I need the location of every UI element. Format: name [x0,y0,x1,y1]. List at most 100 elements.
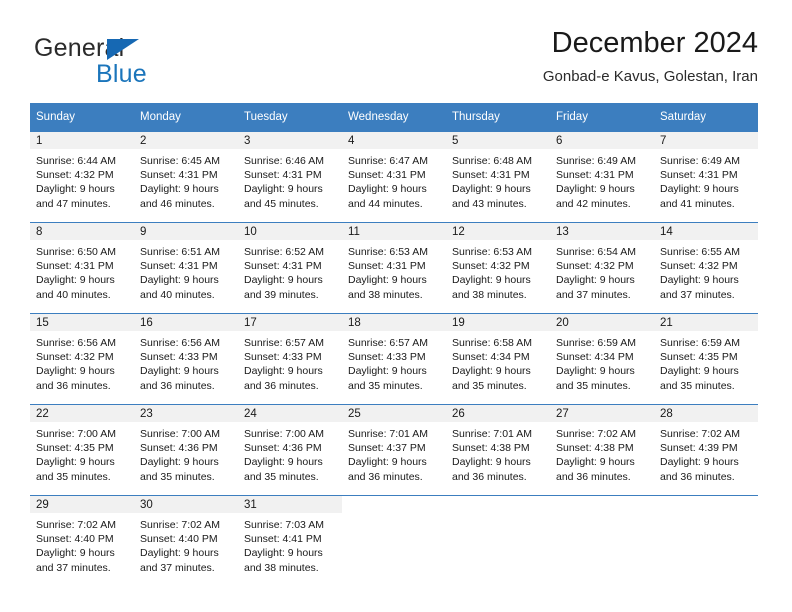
calendar-day-cell[interactable]: 27 Sunrise: 7:02 AM Sunset: 4:38 PM Dayligh… [550,404,654,496]
day-details: Sunrise: 6:55 AM Sunset: 4:32 PM Daylight:… [654,240,758,302]
calendar-day-cell[interactable]: 11 Sunrise: 6:53 AM Sunset: 4:31 PM Dayligh… [342,222,446,314]
daylight-text-line1: Daylight: 9 hours [140,365,219,378]
day-details: Sunrise: 6:46 AM Sunset: 4:31 PM Daylight:… [238,149,342,211]
daylight-text-line2: and 37 minutes. [556,288,631,301]
daylight-text-line1: Daylight: 9 hours [140,456,219,469]
day-number: 16 [134,314,238,331]
daylight-text-line2: and 37 minutes. [660,288,735,301]
daylight-text-line1: Daylight: 9 hours [140,183,219,196]
daylight-text-line1: Daylight: 9 hours [556,456,635,469]
day-number: 14 [654,223,758,240]
daylight-text-line1: Daylight: 9 hours [556,365,635,378]
calendar-day-cell[interactable]: 4 Sunrise: 6:47 AM Sunset: 4:31 PM Daylight… [342,131,446,223]
sunset-text: Sunset: 4:34 PM [556,351,634,364]
calendar-day-cell[interactable]: 18 Sunrise: 6:57 AM Sunset: 4:33 PM Dayligh… [342,313,446,405]
daylight-text-line2: and 36 minutes. [660,470,735,483]
sunrise-text: Sunrise: 6:54 AM [556,246,636,258]
day-details: Sunrise: 6:54 AM Sunset: 4:32 PM Daylight:… [550,240,654,302]
calendar-day-cell[interactable]: 13 Sunrise: 6:54 AM Sunset: 4:32 PM Dayligh… [550,222,654,314]
day-number: 2 [134,132,238,149]
logo-text-blue: Blue [96,60,147,88]
sunset-text: Sunset: 4:37 PM [348,442,426,455]
day-number: 17 [238,314,342,331]
sunrise-text: Sunrise: 7:00 AM [140,428,220,440]
daylight-text-line1: Daylight: 9 hours [36,274,115,287]
sunrise-text: Sunrise: 7:00 AM [244,428,324,440]
calendar-day-cell[interactable]: 8 Sunrise: 6:50 AM Sunset: 4:31 PM Daylight… [30,222,134,314]
calendar-day-cell[interactable]: 25 Sunrise: 7:01 AM Sunset: 4:37 PM Dayligh… [342,404,446,496]
daylight-text-line2: and 37 minutes. [36,561,111,574]
sunset-text: Sunset: 4:32 PM [660,260,738,273]
calendar-day-cell[interactable]: 2 Sunrise: 6:45 AM Sunset: 4:31 PM Daylight… [134,131,238,223]
daylight-text-line1: Daylight: 9 hours [36,365,115,378]
calendar-day-cell[interactable]: 22 Sunrise: 7:00 AM Sunset: 4:35 PM Dayligh… [30,404,134,496]
sunrise-text: Sunrise: 6:56 AM [140,337,220,349]
day-number: 24 [238,405,342,422]
calendar-day-cell[interactable]: 20 Sunrise: 6:59 AM Sunset: 4:34 PM Dayligh… [550,313,654,405]
day-details: Sunrise: 6:48 AM Sunset: 4:31 PM Daylight:… [446,149,550,211]
sunrise-text: Sunrise: 6:44 AM [36,155,116,167]
daylight-text-line2: and 40 minutes. [36,288,111,301]
sunset-text: Sunset: 4:35 PM [660,351,738,364]
daylight-text-line1: Daylight: 9 hours [244,547,323,560]
calendar-day-cell[interactable]: 12 Sunrise: 6:53 AM Sunset: 4:32 PM Dayligh… [446,222,550,314]
calendar-day-cell[interactable]: 1 Sunrise: 6:44 AM Sunset: 4:32 PM Daylight… [30,131,134,223]
calendar-day-cell[interactable]: 6 Sunrise: 6:49 AM Sunset: 4:31 PM Daylight… [550,131,654,223]
calendar-day-cell[interactable]: 15 Sunrise: 6:56 AM Sunset: 4:32 PM Dayligh… [30,313,134,405]
calendar-day-cell[interactable]: 29 Sunrise: 7:02 AM Sunset: 4:40 PM Dayligh… [30,495,134,586]
calendar-day-cell[interactable]: 10 Sunrise: 6:52 AM Sunset: 4:31 PM Dayligh… [238,222,342,314]
day-number: 31 [238,496,342,513]
day-number: 30 [134,496,238,513]
sunrise-text: Sunrise: 6:47 AM [348,155,428,167]
calendar-day-cell[interactable]: 5 Sunrise: 6:48 AM Sunset: 4:31 PM Daylight… [446,131,550,223]
sunset-text: Sunset: 4:31 PM [36,260,114,273]
calendar-day-cell[interactable]: 19 Sunrise: 6:58 AM Sunset: 4:34 PM Dayligh… [446,313,550,405]
daylight-text-line2: and 43 minutes. [452,197,527,210]
day-details: Sunrise: 7:00 AM Sunset: 4:35 PM Daylight:… [30,422,134,484]
day-details: Sunrise: 6:53 AM Sunset: 4:32 PM Daylight:… [446,240,550,302]
sunset-text: Sunset: 4:32 PM [452,260,530,273]
logo-triangle-icon [107,39,139,60]
page-subtitle: Gonbad-e Kavus, Golestan, Iran [542,68,758,85]
daylight-text-line1: Daylight: 9 hours [660,365,739,378]
calendar-day-cell[interactable]: 23 Sunrise: 7:00 AM Sunset: 4:36 PM Dayligh… [134,404,238,496]
sunset-text: Sunset: 4:38 PM [452,442,530,455]
daylight-text-line2: and 41 minutes. [660,197,735,210]
calendar-day-cell[interactable]: 3 Sunrise: 6:46 AM Sunset: 4:31 PM Daylight… [238,131,342,223]
daylight-text-line1: Daylight: 9 hours [660,274,739,287]
daylight-text-line2: and 42 minutes. [556,197,631,210]
weekday-header-friday: Friday [550,103,654,132]
calendar-day-cell-empty [342,495,446,586]
calendar-week-row: 15 Sunrise: 6:56 AM Sunset: 4:32 PM Dayligh… [30,313,758,405]
calendar-day-cell[interactable]: 24 Sunrise: 7:00 AM Sunset: 4:36 PM Dayligh… [238,404,342,496]
calendar-day-cell[interactable]: 21 Sunrise: 6:59 AM Sunset: 4:35 PM Dayligh… [654,313,758,405]
day-number: 1 [30,132,134,149]
sunset-text: Sunset: 4:36 PM [140,442,218,455]
calendar-day-cell[interactable]: 9 Sunrise: 6:51 AM Sunset: 4:31 PM Daylight… [134,222,238,314]
calendar-day-cell[interactable]: 28 Sunrise: 7:02 AM Sunset: 4:39 PM Dayligh… [654,404,758,496]
title-block: December 2024 Gonbad-e Kavus, Golestan, … [543,26,758,88]
calendar-day-cell[interactable]: 31 Sunrise: 7:03 AM Sunset: 4:41 PM Dayligh… [238,495,342,586]
day-details: Sunrise: 7:02 AM Sunset: 4:38 PM Daylight:… [550,422,654,484]
weekday-header-wednesday: Wednesday [342,103,446,132]
calendar-day-cell[interactable]: 7 Sunrise: 6:49 AM Sunset: 4:31 PM Daylight… [654,131,758,223]
day-details: Sunrise: 6:56 AM Sunset: 4:33 PM Daylight:… [134,331,238,393]
daylight-text-line2: and 35 minutes. [140,470,215,483]
calendar-day-cell[interactable]: 17 Sunrise: 6:57 AM Sunset: 4:33 PM Dayligh… [238,313,342,405]
calendar-day-cell[interactable]: 14 Sunrise: 6:55 AM Sunset: 4:32 PM Dayligh… [654,222,758,314]
sunset-text: Sunset: 4:31 PM [140,169,218,182]
calendar-day-cell[interactable]: 26 Sunrise: 7:01 AM Sunset: 4:38 PM Dayligh… [446,404,550,496]
daylight-text-line1: Daylight: 9 hours [348,456,427,469]
sunrise-text: Sunrise: 6:49 AM [556,155,636,167]
sunrise-text: Sunrise: 6:53 AM [452,246,532,258]
day-details: Sunrise: 7:01 AM Sunset: 4:37 PM Daylight:… [342,422,446,484]
daylight-text-line2: and 36 minutes. [36,379,111,392]
daylight-text-line2: and 35 minutes. [452,379,527,392]
daylight-text-line2: and 35 minutes. [556,379,631,392]
calendar-day-cell[interactable]: 16 Sunrise: 6:56 AM Sunset: 4:33 PM Dayligh… [134,313,238,405]
day-number: 21 [654,314,758,331]
calendar-day-cell[interactable]: 30 Sunrise: 7:02 AM Sunset: 4:40 PM Dayligh… [134,495,238,586]
day-number: 28 [654,405,758,422]
weekday-header-row: Sunday Monday Tuesday Wednesday Thursday… [30,103,758,132]
day-number-band-empty [342,496,446,513]
